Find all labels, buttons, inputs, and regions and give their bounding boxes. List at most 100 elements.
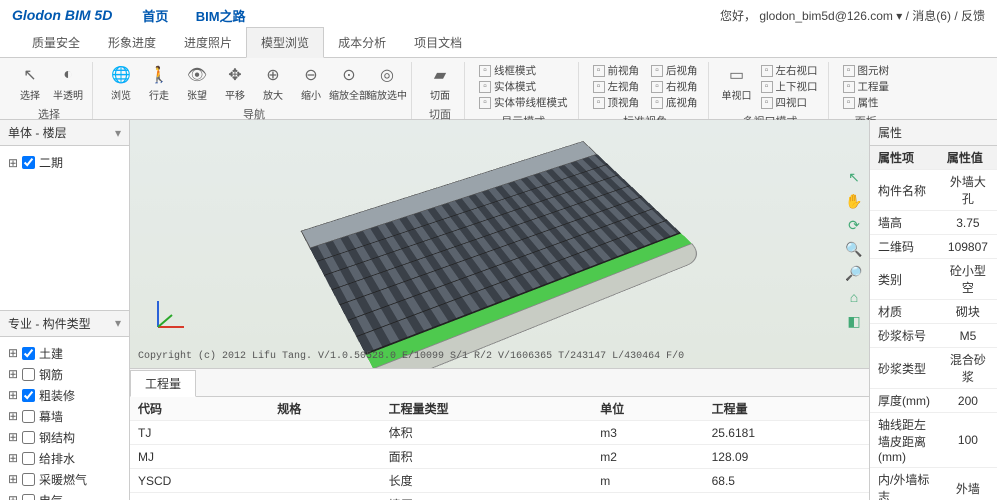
messages-link[interactable]: 消息(6) <box>912 9 951 23</box>
ribbon-link-左右视口[interactable]: ▫左右视口 <box>759 63 820 78</box>
zoom-in-icon[interactable]: 🔍 <box>845 240 863 258</box>
ribbon-张望[interactable]: 👁张望 <box>179 62 215 104</box>
ribbon-link-顶视角[interactable]: ▫顶视角 <box>591 95 642 110</box>
pointer-icon[interactable]: ↖ <box>845 168 863 186</box>
tab-2[interactable]: 进度照片 <box>170 28 246 57</box>
table-row[interactable]: YSQH墙厚m0.2 <box>130 493 869 500</box>
home-icon[interactable]: ⌂ <box>845 288 863 306</box>
ribbon-link-实体带线框模式[interactable]: ▫实体带线框模式 <box>477 95 570 110</box>
tree-item-钢结构[interactable]: ⊞钢结构 <box>8 427 121 448</box>
building-model <box>300 141 706 368</box>
checkbox[interactable] <box>22 473 35 486</box>
ribbon-link-实体模式[interactable]: ▫实体模式 <box>477 79 570 94</box>
hand-icon[interactable]: ✋ <box>845 192 863 210</box>
ribbon-link-属性[interactable]: ▫属性 <box>841 95 892 110</box>
expand-icon[interactable]: ⊞ <box>8 430 18 444</box>
ribbon-缩放选中[interactable]: ◎缩放选中 <box>369 62 405 104</box>
缩放选中-icon: ◎ <box>376 64 398 86</box>
checkbox[interactable] <box>22 410 35 423</box>
ribbon-link-四视口[interactable]: ▫四视口 <box>759 95 820 110</box>
checkbox[interactable] <box>22 368 35 381</box>
tab-3[interactable]: 模型浏览 <box>246 27 324 58</box>
ribbon-link-后视角[interactable]: ▫后视角 <box>649 63 700 78</box>
切面-icon: ▰ <box>429 64 451 86</box>
ribbon-link-前视角[interactable]: ▫前视角 <box>591 63 642 78</box>
main-tabs: 质量安全形象进度进度照片模型浏览成本分析项目文档 <box>0 30 997 58</box>
ribbon-link-工程量[interactable]: ▫工程量 <box>841 79 892 94</box>
ribbon-link-左视角[interactable]: ▫左视角 <box>591 79 642 94</box>
tab-0[interactable]: 质量安全 <box>18 28 94 57</box>
axis-gizmo <box>150 295 190 340</box>
ribbon-link-图元树[interactable]: ▫图元树 <box>841 63 892 78</box>
tree-floor-header[interactable]: 单体 - 楼层▾ <box>0 120 129 146</box>
tree-item-幕墙[interactable]: ⊞幕墙 <box>8 406 121 427</box>
ribbon-缩小[interactable]: ⊖缩小 <box>293 62 329 104</box>
nav-home[interactable]: 首页 <box>142 9 168 24</box>
tree-item-电气[interactable]: ⊞电气 <box>8 490 121 500</box>
table-row[interactable]: MJ面积m2128.09 <box>130 445 869 469</box>
checkbox[interactable] <box>22 494 35 500</box>
ribbon-浏览[interactable]: 🌐浏览 <box>103 62 139 104</box>
top-nav: 首页 BIM之路 <box>142 6 269 25</box>
table-row[interactable]: TJ体积m325.6181 <box>130 421 869 445</box>
properties-header: 属性 <box>870 120 997 146</box>
expand-icon[interactable]: ⊞ <box>8 156 18 170</box>
张望-icon: 👁 <box>186 64 208 86</box>
ribbon-半透明[interactable]: ◐半透明 <box>50 62 86 104</box>
prop-row: 材质砌块 <box>870 300 997 324</box>
zoom-out-icon[interactable]: 🔎 <box>845 264 863 282</box>
ribbon-放大[interactable]: ⊕放大 <box>255 62 291 104</box>
checkbox[interactable] <box>22 431 35 444</box>
ribbon-选择[interactable]: ↖选择 <box>12 62 48 104</box>
model-viewport[interactable]: ↖ ✋ ⟳ 🔍 🔎 ⌂ ◧ Copyright (c) 2012 Lifu Ta… <box>130 120 869 368</box>
行走-icon: 🚶 <box>148 64 170 86</box>
tab-5[interactable]: 项目文档 <box>400 28 476 57</box>
tab-4[interactable]: 成本分析 <box>324 28 400 57</box>
ribbon-单视口[interactable]: ▭单视口 <box>719 62 755 111</box>
prop-row: 类别砼小型空 <box>870 259 997 300</box>
checkbox[interactable] <box>22 156 35 169</box>
chevron-down-icon: ▾ <box>115 126 121 140</box>
feedback-link[interactable]: 反馈 <box>961 9 985 23</box>
user-link[interactable]: glodon_bim5d@126.com <box>759 9 893 23</box>
prop-row: 二维码109807 <box>870 235 997 259</box>
ribbon-link-线框模式[interactable]: ▫线框模式 <box>477 63 570 78</box>
checkbox[interactable] <box>22 347 35 360</box>
ribbon-缩放全部[interactable]: ⊙缩放全部 <box>331 62 367 104</box>
cube-icon[interactable]: ◧ <box>845 312 863 330</box>
tree-type-header[interactable]: 专业 - 构件类型▾ <box>0 311 129 337</box>
expand-icon[interactable]: ⊞ <box>8 367 18 381</box>
ribbon-切面[interactable]: ▰切面 <box>422 62 458 104</box>
tab-1[interactable]: 形象进度 <box>94 28 170 57</box>
tab-quantity[interactable]: 工程量 <box>130 370 196 397</box>
tree-item-二期[interactable]: ⊞二期 <box>8 152 121 173</box>
tree-item-土建[interactable]: ⊞土建 <box>8 343 121 364</box>
ribbon-平移[interactable]: ✥平移 <box>217 62 253 104</box>
单视口-icon: ▭ <box>726 64 748 86</box>
rotate-icon[interactable]: ⟳ <box>845 216 863 234</box>
nav-bim-road[interactable]: BIM之路 <box>196 9 246 24</box>
ribbon-行走[interactable]: 🚶行走 <box>141 62 177 104</box>
expand-icon[interactable]: ⊞ <box>8 472 18 486</box>
prop-row: 厚度(mm)200 <box>870 389 997 413</box>
prop-row: 墙高3.75 <box>870 211 997 235</box>
tree-item-采暖燃气[interactable]: ⊞采暖燃气 <box>8 469 121 490</box>
缩放全部-icon: ⊙ <box>338 64 360 86</box>
expand-icon[interactable]: ⊞ <box>8 451 18 465</box>
checkbox[interactable] <box>22 389 35 402</box>
expand-icon[interactable]: ⊞ <box>8 388 18 402</box>
expand-icon[interactable]: ⊞ <box>8 493 18 500</box>
tree-floor: ⊞二期 <box>0 146 129 310</box>
tree-type: ⊞土建⊞钢筋⊞粗装修⊞幕墙⊞钢结构⊞给排水⊞采暖燃气⊞电气⊞消防⊞通风空调⊞智控… <box>0 337 129 500</box>
tree-item-给排水[interactable]: ⊞给排水 <box>8 448 121 469</box>
ribbon-link-右视角[interactable]: ▫右视角 <box>649 79 700 94</box>
tree-item-钢筋[interactable]: ⊞钢筋 <box>8 364 121 385</box>
ribbon-link-底视角[interactable]: ▫底视角 <box>649 95 700 110</box>
expand-icon[interactable]: ⊞ <box>8 409 18 423</box>
table-row[interactable]: YSCD长度m68.5 <box>130 469 869 493</box>
tree-item-粗装修[interactable]: ⊞粗装修 <box>8 385 121 406</box>
ribbon-link-上下视口[interactable]: ▫上下视口 <box>759 79 820 94</box>
expand-icon[interactable]: ⊞ <box>8 346 18 360</box>
放大-icon: ⊕ <box>262 64 284 86</box>
checkbox[interactable] <box>22 452 35 465</box>
